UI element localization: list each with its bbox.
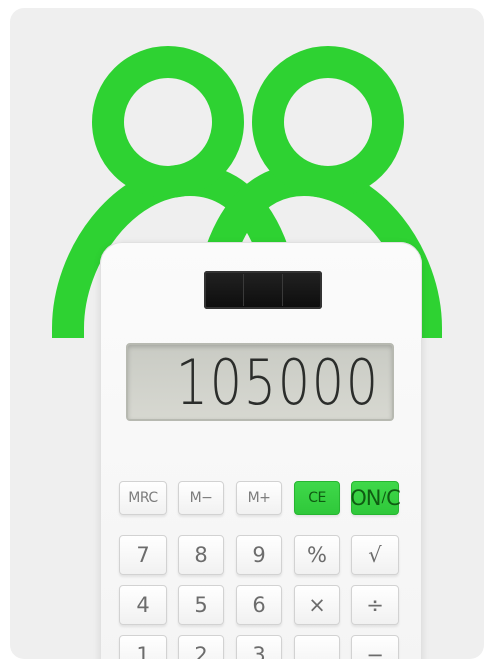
key-8[interactable]: 8 (178, 535, 224, 575)
key-5[interactable]: 5 (178, 585, 224, 625)
key-2[interactable]: 2 (178, 635, 224, 659)
solar-panel (204, 271, 322, 309)
key-1[interactable]: 1 (119, 635, 167, 659)
person-right-head-icon (252, 46, 404, 198)
key-7[interactable]: 7 (119, 535, 167, 575)
key-plus[interactable] (294, 635, 340, 659)
display-value: 105000 (176, 346, 380, 419)
key-m-plus[interactable]: M+ (236, 481, 282, 515)
key-divide[interactable]: ÷ (351, 585, 399, 625)
key-minus[interactable]: − (351, 635, 399, 659)
key-4[interactable]: 4 (119, 585, 167, 625)
key-9[interactable]: 9 (236, 535, 282, 575)
image-frame: 105000 MRC M− M+ CE ON / C 7 8 9 % √ 4 5 6… (10, 8, 484, 659)
key-percent[interactable]: % (294, 535, 340, 575)
calculator-display: 105000 (126, 343, 394, 421)
key-m-minus[interactable]: M− (178, 481, 224, 515)
key-sqrt[interactable]: √ (351, 535, 399, 575)
person-left-head-icon (92, 46, 244, 198)
key-ce[interactable]: CE (294, 481, 340, 515)
key-6[interactable]: 6 (236, 585, 282, 625)
key-on-c[interactable]: ON / C (350, 481, 401, 515)
key-multiply[interactable]: × (294, 585, 340, 625)
key-3[interactable]: 3 (236, 635, 282, 659)
calculator: 105000 MRC M− M+ CE ON / C 7 8 9 % √ 4 5 6… (100, 242, 422, 659)
key-mrc[interactable]: MRC (119, 481, 167, 515)
